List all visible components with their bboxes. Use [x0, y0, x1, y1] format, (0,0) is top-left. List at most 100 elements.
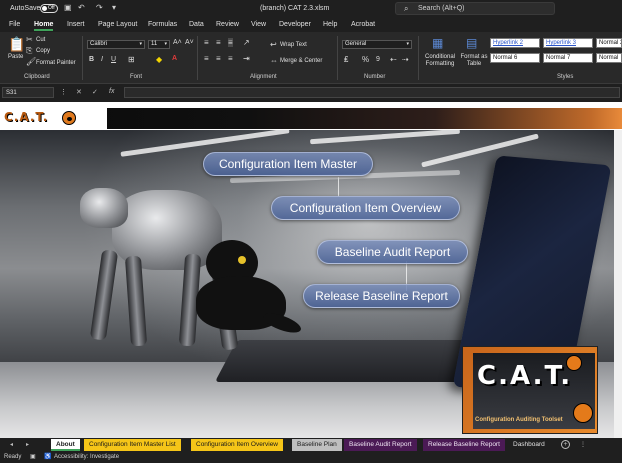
tab-scroll-dots-icon[interactable]: ⋮ — [580, 441, 586, 448]
chevron-down-icon: ▾ — [164, 41, 167, 47]
font-group-label: Font — [130, 74, 143, 80]
configuration-item-overview-button[interactable]: Configuration Item Overview — [271, 196, 460, 220]
tab-insert[interactable]: Insert — [67, 21, 85, 28]
baseline-audit-report-button[interactable]: Baseline Audit Report — [317, 240, 468, 264]
align-top-icon[interactable]: ≡ — [204, 38, 209, 47]
percent-icon[interactable]: % — [362, 55, 369, 64]
format-as-table-icon: ▤ — [466, 36, 478, 50]
sheet-tab-baseline-plan[interactable]: Baseline Plan — [292, 439, 342, 451]
increase-font-icon[interactable]: A˄ — [173, 39, 182, 46]
formula-input[interactable] — [124, 87, 620, 98]
decrease-font-icon[interactable]: A˅ — [185, 39, 194, 46]
worksheet[interactable]: C.A.T. Configuration Item Master Configu… — [0, 102, 622, 438]
number-format-select[interactable]: General ▾ — [342, 40, 412, 49]
cancel-icon[interactable]: ✕ — [76, 88, 82, 96]
vertical-scrollbar[interactable] — [614, 130, 622, 438]
macro-record-icon[interactable]: ▣ — [30, 453, 36, 460]
accessibility-status[interactable]: Accessibility: Investigate — [54, 454, 119, 460]
tab-file[interactable]: File — [9, 21, 20, 28]
currency-icon[interactable]: ₤ — [344, 55, 348, 64]
copy-button[interactable]: Copy — [36, 48, 50, 54]
save-icon[interactable]: ▣ — [64, 3, 72, 12]
borders-icon[interactable]: ⊞ — [128, 55, 135, 64]
next-sheet-icon[interactable]: ▸ — [26, 441, 29, 448]
paw-icon — [62, 111, 76, 125]
align-bottom-icon[interactable]: ≡ — [228, 38, 233, 47]
style-normal[interactable]: Normal — [596, 53, 622, 63]
merge-center-icon: ⇔ — [270, 56, 278, 65]
cut-button[interactable]: Cut — [36, 37, 45, 43]
document-title: (branch) CAT 2.3.xlsm — [260, 5, 330, 12]
sheet-tab-baseline-audit-report[interactable]: Baseline Audit Report — [344, 439, 417, 451]
search-box[interactable]: ⌕ Search (Alt+Q) — [395, 2, 555, 15]
autosave-toggle[interactable]: Off — [40, 4, 58, 13]
font-color-icon[interactable]: A — [172, 55, 177, 62]
align-right-icon[interactable]: ≡ — [228, 54, 233, 63]
redo-icon[interactable]: ↷ — [96, 3, 103, 12]
add-sheet-icon[interactable]: + — [561, 440, 570, 449]
autosave-label: AutoSave — [10, 5, 41, 12]
robot-dog-head — [80, 188, 128, 228]
name-box[interactable]: S31 — [2, 87, 54, 98]
italic-icon[interactable]: I — [101, 56, 103, 63]
sheet-tab-release-baseline-report[interactable]: Release Baseline Report — [423, 439, 505, 451]
merge-center-button[interactable]: Merge & Center — [280, 58, 322, 64]
sheet-tab-configuration-item-master-list[interactable]: Configuration Item Master List — [84, 439, 181, 451]
configuration-item-master-button[interactable]: Configuration Item Master — [203, 152, 373, 176]
comma-style-icon[interactable]: 9 — [376, 56, 380, 63]
conditional-formatting-button[interactable]: Conditional Formatting — [422, 54, 458, 68]
style-normal-7[interactable]: Normal 7 — [543, 53, 593, 63]
enter-icon[interactable]: ✓ — [92, 88, 98, 96]
search-icon: ⌕ — [404, 4, 409, 13]
tab-home[interactable]: Home — [34, 21, 54, 31]
decrease-decimal-icon[interactable]: ⇢ — [402, 55, 409, 64]
bold-icon[interactable]: B — [89, 56, 94, 63]
orientation-icon[interactable]: ↗ — [243, 38, 250, 47]
prev-sheet-icon[interactable]: ◂ — [10, 441, 13, 448]
align-center-icon[interactable]: ≡ — [216, 54, 221, 63]
align-middle-icon[interactable]: ≡ — [216, 38, 221, 47]
align-left-icon[interactable]: ≡ — [204, 54, 209, 63]
paste-icon[interactable]: 📋 — [8, 36, 25, 53]
font-family-value: Calibri — [90, 41, 108, 47]
style-hyperlink-3[interactable]: Hyperlink 3 — [543, 38, 593, 48]
style-normal-6[interactable]: Normal 6 — [490, 53, 540, 63]
tab-review[interactable]: Review — [216, 21, 239, 28]
tab-formulas[interactable]: Formulas — [148, 21, 177, 28]
tab-page-layout[interactable]: Page Layout — [98, 21, 137, 28]
release-baseline-report-button[interactable]: Release Baseline Report — [303, 284, 460, 308]
button-connector — [338, 177, 339, 197]
format-as-table-button[interactable]: Format as Table — [460, 54, 488, 68]
styles-group-label: Styles — [557, 74, 574, 80]
sheet-tab-dashboard[interactable]: Dashboard — [508, 439, 550, 451]
ceiling-light — [310, 130, 460, 145]
fill-color-icon[interactable]: ◆ — [156, 55, 162, 64]
increase-decimal-icon[interactable]: ⇠ — [390, 55, 397, 64]
style-normal-2[interactable]: Normal 2 — [596, 38, 622, 48]
robot-dog-leg — [89, 249, 119, 341]
group-divider — [418, 36, 419, 80]
customize-qat-icon[interactable]: ▾ — [112, 3, 116, 12]
underline-icon[interactable]: U — [111, 56, 116, 63]
tab-help[interactable]: Help — [323, 21, 337, 28]
tab-data[interactable]: Data — [189, 21, 204, 28]
paw-icon — [566, 355, 582, 371]
number-format-value: General — [345, 41, 367, 47]
formula-bar: S31 ⋮ ✕ ✓ fx — [0, 86, 622, 100]
sheet-tab-about[interactable]: About — [51, 439, 80, 451]
font-size-select[interactable]: 11 ▾ — [148, 40, 170, 49]
tab-view[interactable]: View — [251, 21, 266, 28]
tab-developer[interactable]: Developer — [279, 21, 311, 28]
format-painter-button[interactable]: Format Painter — [36, 60, 76, 66]
wrap-text-button[interactable]: Wrap Text — [280, 42, 307, 48]
font-family-select[interactable]: Calibri ▾ — [87, 40, 145, 49]
sheet-tab-configuration-item-overview[interactable]: Configuration Item Overview — [191, 439, 284, 451]
tab-acrobat[interactable]: Acrobat — [351, 21, 375, 28]
format-painter-icon: 🖌 — [26, 57, 37, 66]
style-hyperlink-2[interactable]: Hyperlink 2 — [490, 38, 540, 48]
insert-function-icon[interactable]: fx — [109, 88, 114, 95]
cat-eye — [238, 256, 246, 264]
indent-icon[interactable]: ⇥ — [243, 54, 250, 63]
undo-icon[interactable]: ↶ — [78, 3, 85, 12]
paste-button[interactable]: Paste — [8, 54, 23, 60]
